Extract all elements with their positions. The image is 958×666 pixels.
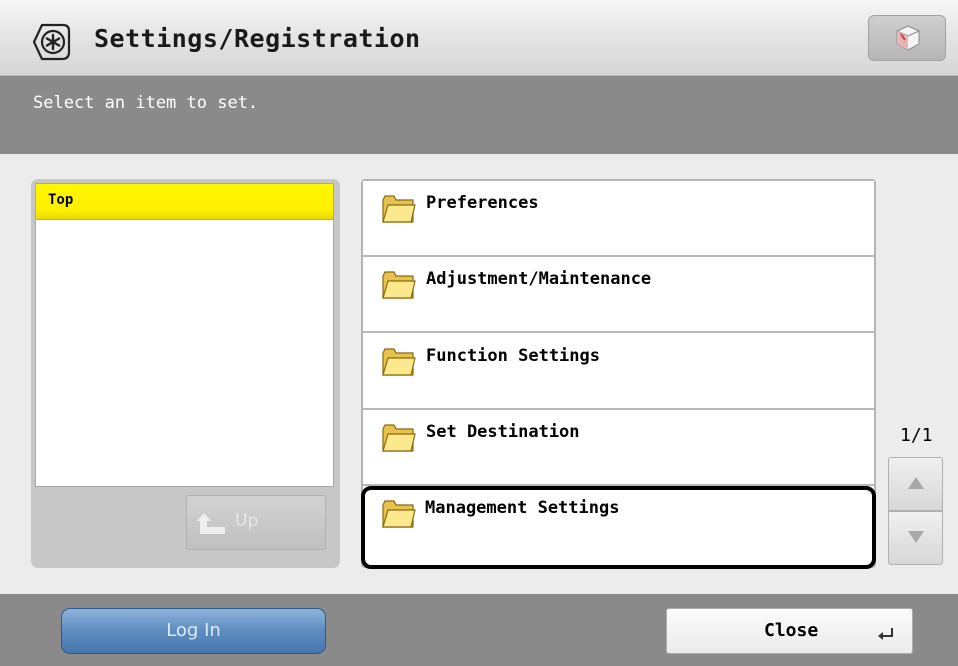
menu-item-set-destination[interactable]: Set Destination (363, 410, 874, 486)
folder-icon (382, 271, 416, 299)
menu-item-label: Function Settings (426, 346, 600, 366)
menu-item-management-settings[interactable]: Management Settings (361, 486, 876, 569)
status-monitor-button[interactable] (868, 15, 946, 61)
scroll-up-button[interactable] (888, 457, 943, 511)
page-indicator: 1/1 (900, 425, 933, 446)
menu-item-adjustment-maintenance[interactable]: Adjustment/Maintenance (363, 257, 874, 333)
menu-item-label: Preferences (426, 193, 539, 213)
footer-bar: Log In Close (0, 594, 958, 666)
triangle-down-icon (908, 531, 924, 543)
instruction-text: Select an item to set. (33, 93, 259, 113)
navigation-tree: Top (35, 183, 334, 487)
menu-item-label: Adjustment/Maintenance (426, 269, 652, 289)
tree-item-label: Top (48, 192, 74, 208)
instruction-bar: Select an item to set. (0, 76, 958, 154)
close-label: Close (764, 620, 819, 641)
page-title: Settings/Registration (94, 24, 421, 53)
navigation-tree-panel: Top Up (31, 179, 340, 568)
close-button[interactable]: Close (666, 608, 913, 654)
folder-icon (382, 348, 416, 376)
folder-icon (382, 424, 416, 452)
triangle-up-icon (908, 477, 924, 489)
tree-item-top[interactable]: Top (36, 184, 333, 220)
menu-item-label: Management Settings (425, 498, 620, 518)
return-arrow-icon (878, 628, 893, 640)
up-button-label: Up (235, 511, 259, 531)
menu-item-function-settings[interactable]: Function Settings (363, 334, 874, 410)
up-button[interactable]: Up (186, 495, 326, 550)
up-arrow-icon (197, 513, 225, 534)
menu-item-label: Set Destination (426, 422, 580, 442)
settings-menu-list: Preferences Adjustment/Maintenance Funct… (361, 179, 876, 569)
scroll-down-button[interactable] (888, 511, 943, 565)
log-in-button[interactable]: Log In (61, 608, 326, 654)
cube-status-icon (896, 25, 920, 51)
menu-item-preferences[interactable]: Preferences (363, 181, 874, 257)
log-in-label: Log In (166, 620, 221, 641)
folder-icon (382, 195, 416, 223)
folder-icon (382, 500, 416, 528)
settings-star-icon (32, 23, 71, 61)
title-bar: Settings/Registration (0, 0, 958, 76)
